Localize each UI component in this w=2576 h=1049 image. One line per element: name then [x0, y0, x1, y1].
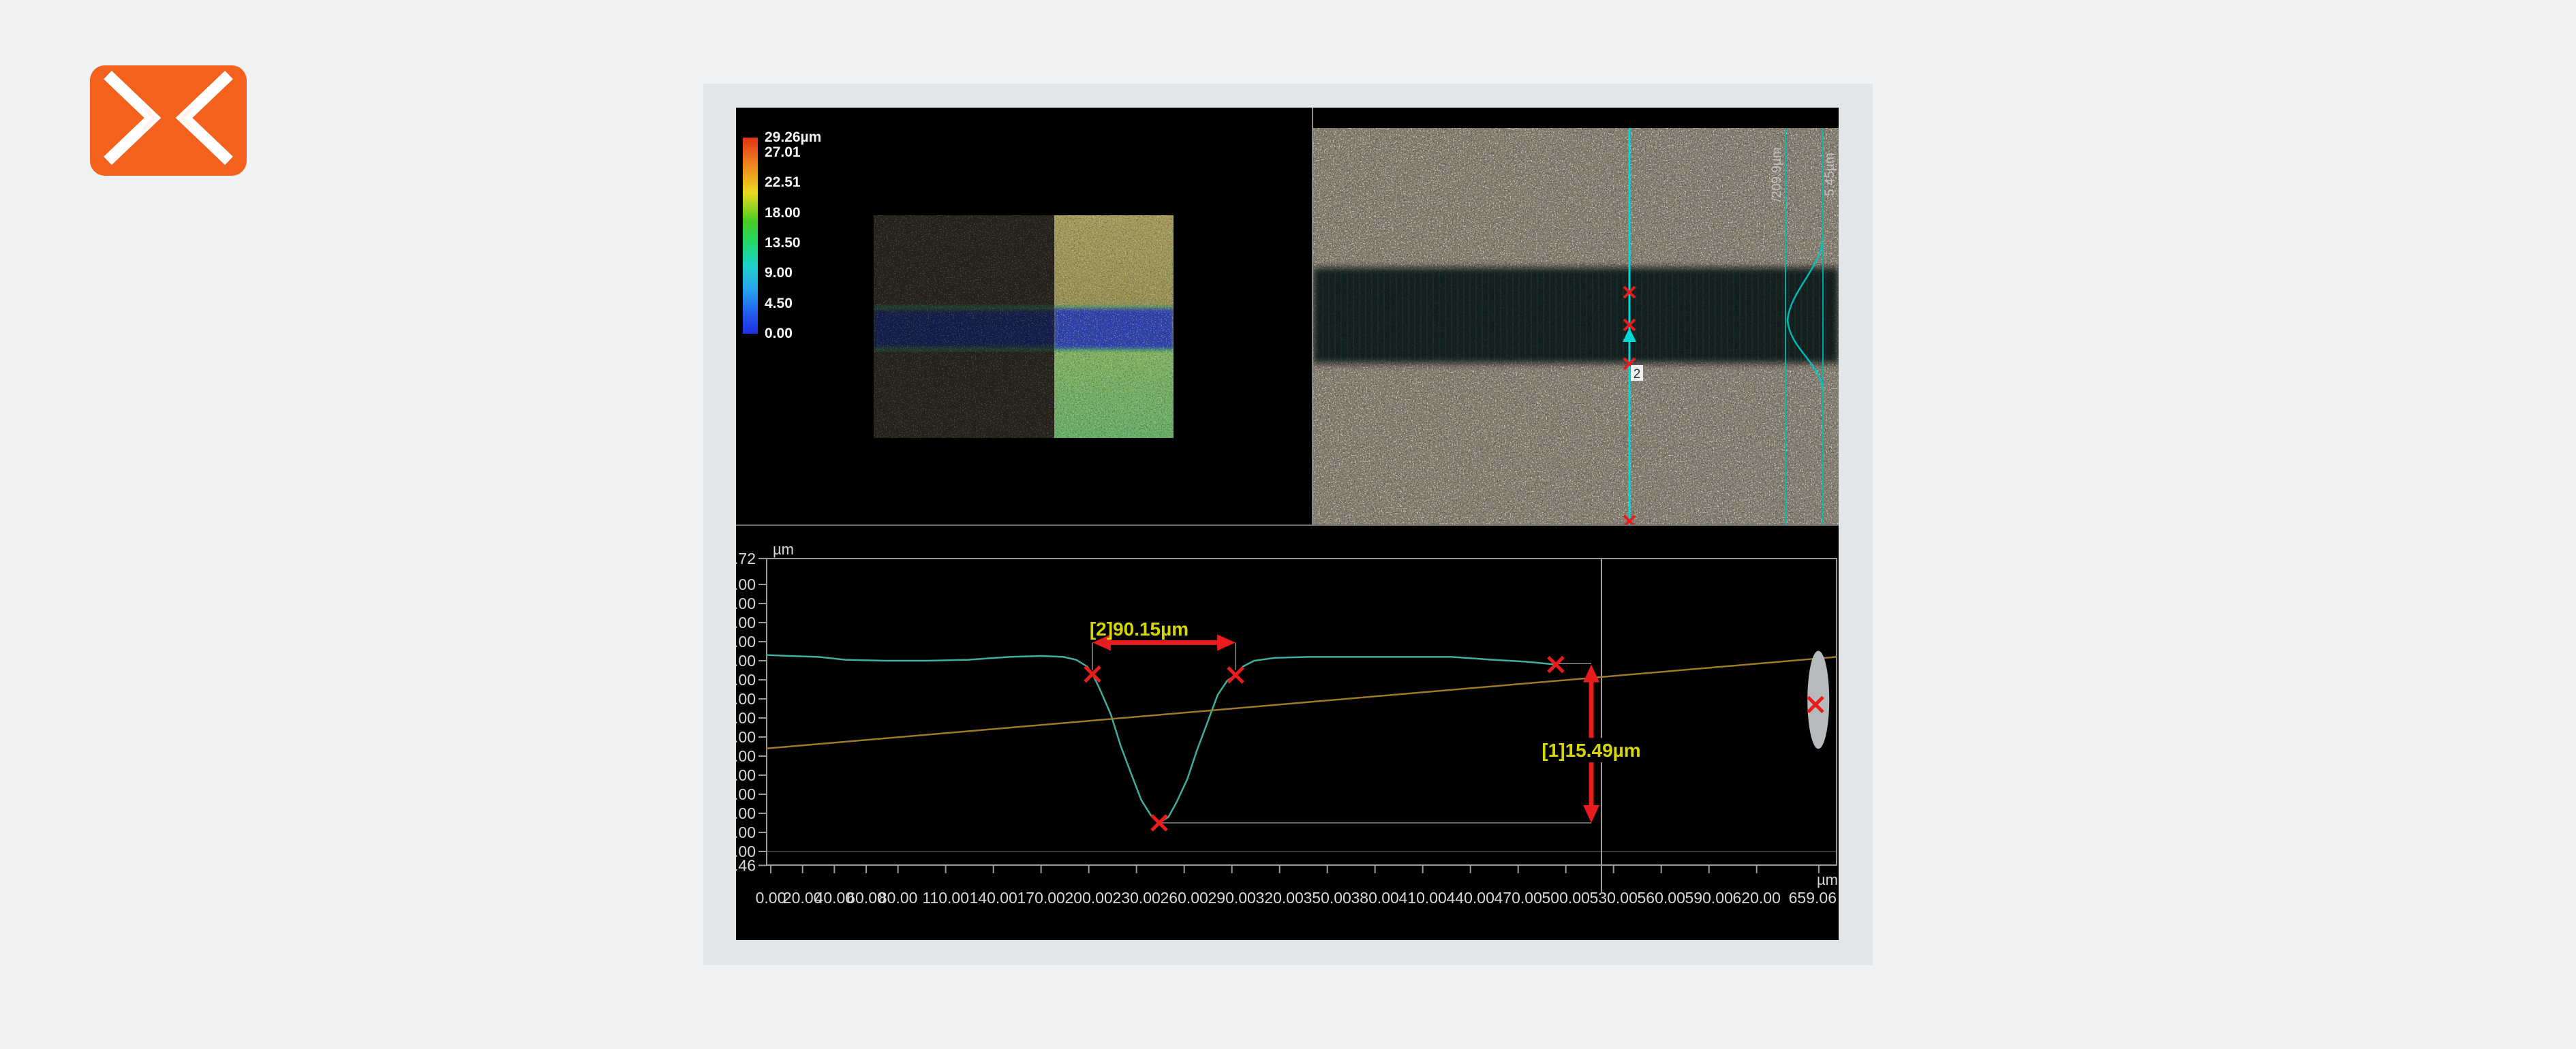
- x-tick-label: 659.06: [1789, 889, 1837, 907]
- x-tick-label: 440.00: [1447, 889, 1494, 907]
- y-tick-label: 6.00: [736, 785, 756, 803]
- y-tick-label: 14.00: [736, 709, 756, 727]
- x-tick-label: 500.00: [1542, 889, 1590, 907]
- height-scale-label: 18.00: [765, 205, 801, 221]
- x-tick-label: 260.00: [1161, 889, 1208, 907]
- rotated-measure-label-2: 5.45µm: [1823, 153, 1837, 196]
- height-map-view[interactable]: 29.26µm27.01 22.51 18.00 13.50 9.00 4.50 0.00: [736, 108, 1312, 524]
- x-tick-label: 170.00: [1017, 889, 1064, 907]
- x-axis-unit: µm: [1817, 871, 1838, 888]
- x-tick-label: 530.00: [1590, 889, 1638, 907]
- height-scale-label: 27.01: [765, 144, 801, 161]
- y-tick-label: 28.00: [736, 576, 756, 593]
- x-tick-label: 590.00: [1685, 889, 1733, 907]
- height-scale-label: 0.00: [765, 326, 793, 342]
- series-reference-line: [767, 657, 1836, 748]
- x-tick-label: 470.00: [1494, 889, 1542, 907]
- x-tick-label: 230.00: [1113, 889, 1161, 907]
- height-scale-label: 9.00: [765, 265, 793, 281]
- app-window: 29.26µm27.01 22.51 18.00 13.50 9.00 4.50 0.00: [0, 0, 2576, 1049]
- height-map-image[interactable]: [874, 215, 1174, 441]
- arrowhead-right-icon: [1217, 634, 1236, 651]
- arrowhead-up-icon: [1583, 665, 1599, 683]
- y-tick-label: 30.72: [736, 550, 756, 567]
- x-tick-label: 560.00: [1638, 889, 1685, 907]
- height-scale-label: 22.51: [765, 174, 801, 191]
- arrowhead-down-icon: [1583, 805, 1599, 823]
- height-scale-label: 4.50: [765, 296, 793, 312]
- x-tick-label: 380.00: [1351, 889, 1399, 907]
- view-divider: [1312, 108, 1313, 524]
- x-tick-label: 80.00: [878, 889, 918, 907]
- y-tick-label: 2.00: [736, 824, 756, 841]
- x-tick-label: 410.00: [1399, 889, 1447, 907]
- y-tick-label: 22.00: [736, 633, 756, 651]
- viewer-content: 29.26µm27.01 22.51 18.00 13.50 9.00 4.50 0.00: [736, 108, 1839, 940]
- y-tick-label: 8.00: [736, 766, 756, 784]
- width-annotation-label: [2]90.15µm: [1090, 619, 1189, 640]
- x-tick-label: 350.00: [1304, 889, 1351, 907]
- x-tick-label: 320.00: [1256, 889, 1304, 907]
- height-color-scale: [743, 138, 758, 334]
- rotated-measure-label-1: /209.9µm: [1770, 147, 1784, 202]
- height-scale-label: 13.50: [765, 235, 801, 251]
- brand-logo: [90, 65, 247, 176]
- y-tick-label: 4.00: [736, 804, 756, 822]
- dark-groove-band: [1313, 268, 1839, 363]
- section-marker-label: 2: [1634, 367, 1641, 381]
- y-tick-label: 16.00: [736, 690, 756, 708]
- y-tick-label: 20.00: [736, 652, 756, 670]
- micrograph-view[interactable]: 2 /209.9µm 5.45µm: [1313, 108, 1839, 524]
- y-tick-label: 18.00: [736, 671, 756, 689]
- micrograph-image[interactable]: 2 /209.9µm 5.45µm: [1313, 128, 1839, 528]
- x-tick-label: 620.00: [1733, 889, 1781, 907]
- profile-chart[interactable]: 0.0020.0040.0060.0080.00110.00140.00170.…: [736, 526, 1839, 940]
- y-tick-label: 10.00: [736, 747, 756, 765]
- x-tick-label: 0.00: [756, 889, 786, 907]
- depth-annotation-label: [1]15.49µm: [1542, 740, 1640, 761]
- x-tick-label: 290.00: [1208, 889, 1256, 907]
- y-axis-unit: µm: [773, 541, 794, 558]
- x-tick-label: 200.00: [1065, 889, 1113, 907]
- y-tick-label: 12.00: [736, 728, 756, 746]
- y-tick-label: -1.46: [736, 856, 756, 874]
- y-tick-label: 24.00: [736, 614, 756, 631]
- measurement-panel: 29.26µm27.01 22.51 18.00 13.50 9.00 4.50 0.00: [703, 84, 1873, 965]
- x-tick-label: 140.00: [969, 889, 1017, 907]
- y-tick-label: 26.00: [736, 595, 756, 612]
- x-tick-label: 110.00: [922, 889, 969, 907]
- plot-border: [767, 559, 1837, 865]
- height-scale-label: 29.26µm: [765, 129, 821, 146]
